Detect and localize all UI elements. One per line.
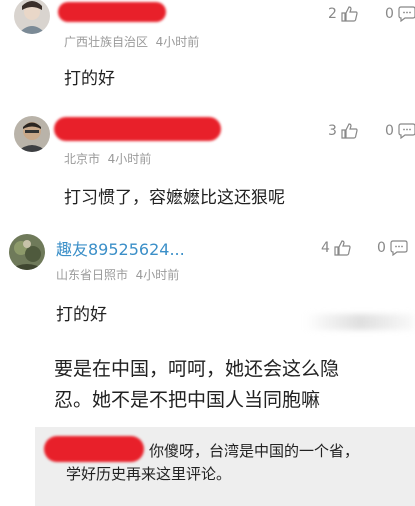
- post-text-line-2: 忍。她不是不把中国人当同胞嘛: [54, 389, 321, 411]
- comment-bubble-icon: [398, 6, 415, 22]
- reply-username-redacted: [44, 436, 144, 462]
- thumbs-up-icon: [341, 123, 358, 139]
- post-text-line-1: 要是在中国，呵呵，她还会这么隐: [54, 358, 340, 380]
- comment-bubble-icon: [390, 240, 408, 256]
- comment-text: 打的好: [56, 305, 107, 325]
- avatar[interactable]: [14, 116, 50, 152]
- blurred-region: [305, 314, 415, 330]
- reply-count: 0: [385, 6, 394, 22]
- reply-text-line-2: 学好历史再来这里评论。: [66, 465, 232, 483]
- reply-count: 0: [385, 123, 394, 139]
- comment-text: 打习惯了，容嬷嬷比这还狠呢: [64, 188, 285, 208]
- username[interactable]: 趣友89525624...: [56, 236, 185, 260]
- comment-location: 山东省日照市: [56, 268, 129, 282]
- comment-feed: 广西壮族自治区 4小时前 2 0 打的好 北京市 4小时前 3 0 打习惯了，容…: [0, 0, 415, 506]
- comment-text: 打的好: [64, 69, 115, 89]
- reply-button[interactable]: 0: [385, 123, 415, 139]
- comment-meta: 山东省日照市 4小时前: [56, 266, 179, 283]
- username-redacted: [58, 2, 166, 22]
- like-button[interactable]: 3: [328, 123, 358, 139]
- username-redacted: [54, 117, 221, 141]
- comment-time: 4小时前: [107, 152, 152, 166]
- comment-meta: 广西壮族自治区 4小时前: [64, 33, 199, 50]
- comment-meta: 北京市 4小时前: [64, 150, 151, 167]
- comment-time: 4小时前: [155, 35, 200, 49]
- avatar[interactable]: [9, 234, 45, 270]
- avatar[interactable]: [14, 0, 50, 34]
- thumbs-up-icon: [341, 6, 358, 22]
- like-button[interactable]: 4: [321, 240, 351, 256]
- thumbs-up-icon: [334, 240, 351, 256]
- comment-bubble-icon: [398, 123, 415, 139]
- like-count: 3: [328, 123, 337, 139]
- reply-button[interactable]: 0: [377, 240, 408, 256]
- reply-count: 0: [377, 240, 386, 256]
- like-count: 2: [328, 6, 337, 22]
- comment-location: 北京市: [64, 152, 101, 166]
- like-count: 4: [321, 240, 330, 256]
- like-button[interactable]: 2: [328, 6, 358, 22]
- comment-location: 广西壮族自治区: [64, 35, 149, 49]
- reply-button[interactable]: 0: [385, 6, 415, 22]
- reply-text-line-1: 你傻呀，台湾是中国的一个省，: [149, 442, 360, 460]
- comment-time: 4小时前: [135, 268, 180, 282]
